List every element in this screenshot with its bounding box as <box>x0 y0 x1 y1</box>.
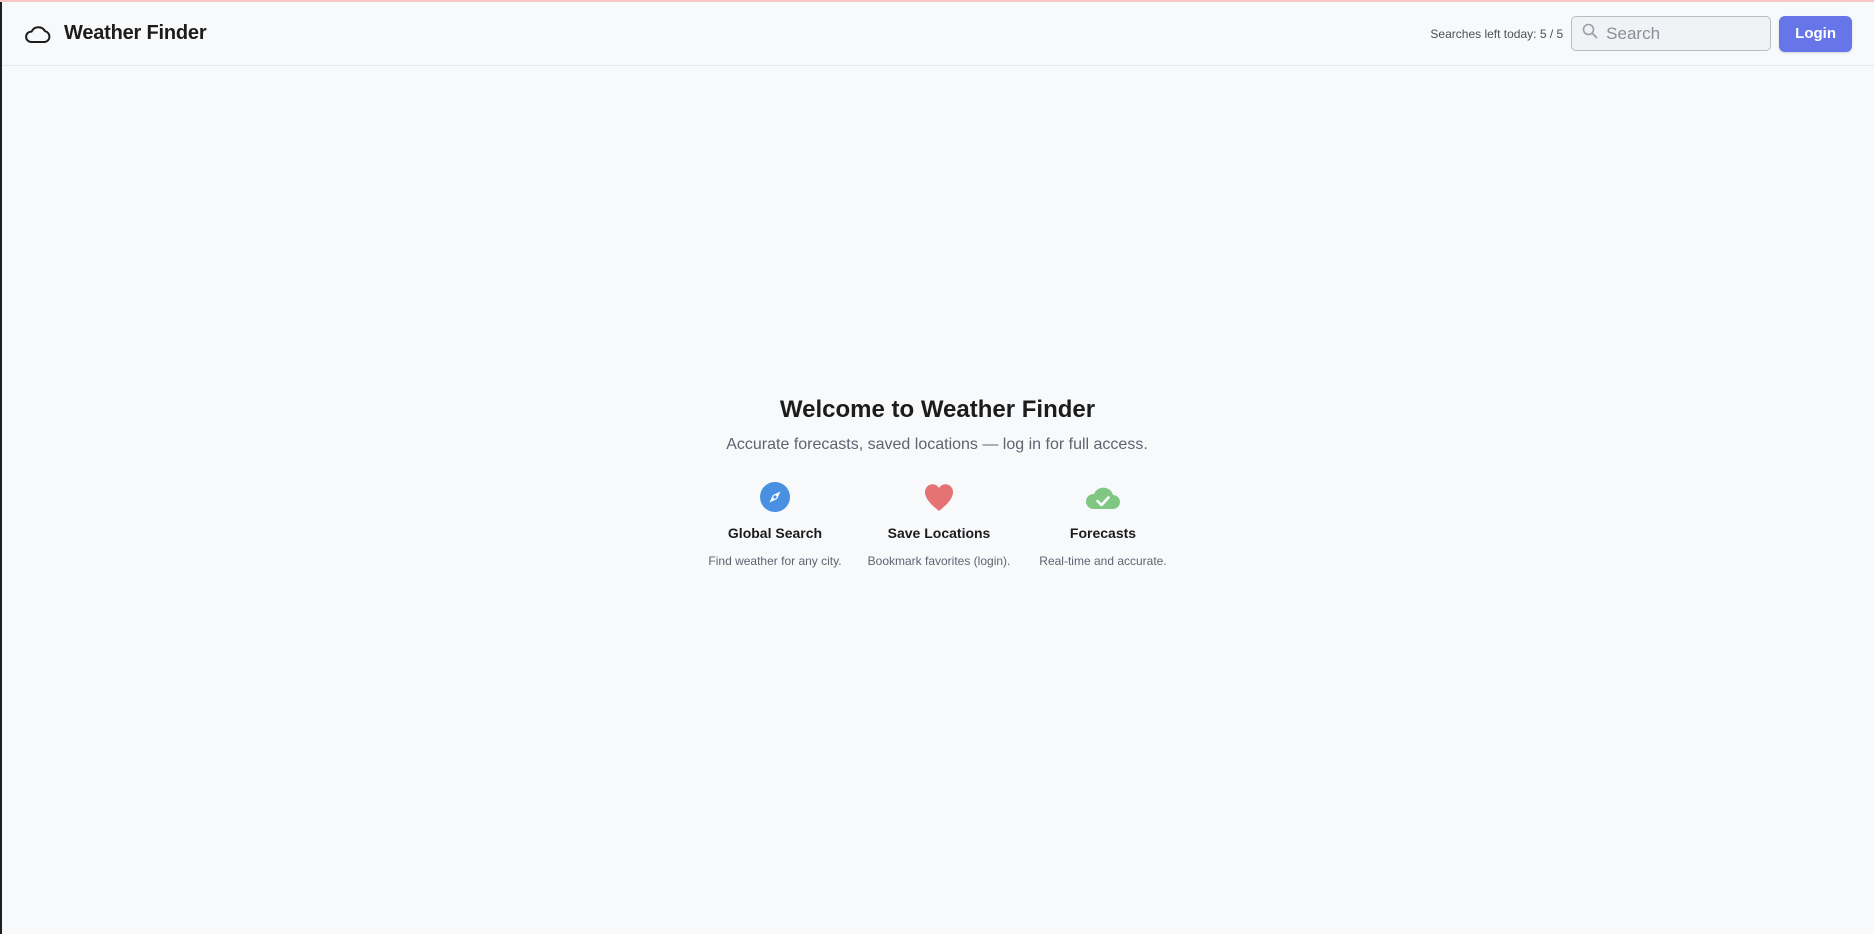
feature-global-search: Global Search Find weather for any city. <box>700 481 850 568</box>
compass-icon <box>759 481 791 513</box>
heart-icon <box>923 481 955 513</box>
search-icon <box>1582 23 1598 44</box>
navbar-actions: Searches left today: 5 / 5 Login <box>1430 15 1852 52</box>
welcome-section: Welcome to Weather Finder Accurate forec… <box>0 396 1874 568</box>
brand[interactable]: Weather Finder <box>24 22 207 45</box>
feature-list: Global Search Find weather for any city.… <box>700 481 1178 568</box>
feature-description: Bookmark favorites (login). <box>867 554 1011 568</box>
feature-title: Forecasts <box>1069 525 1137 541</box>
cloud-check-icon <box>1084 481 1122 513</box>
feature-save-locations: Save Locations Bookmark favorites (login… <box>864 481 1014 568</box>
page-title: Welcome to Weather Finder <box>779 396 1096 423</box>
feature-description: Real-time and accurate. <box>1039 554 1167 568</box>
feature-forecasts: Forecasts Real-time and accurate. <box>1028 481 1178 568</box>
feature-title: Global Search <box>727 525 823 541</box>
page-subtitle: Accurate forecasts, saved locations — lo… <box>726 436 1148 453</box>
searches-left-counter: Searches left today: 5 / 5 <box>1430 26 1564 41</box>
navbar: Weather Finder Searches left today: 5 / … <box>2 2 1874 66</box>
cloud-icon <box>24 23 54 45</box>
login-button[interactable]: Login <box>1779 15 1852 52</box>
search-input[interactable] <box>1606 23 1757 44</box>
search-box[interactable] <box>1571 16 1772 51</box>
feature-title: Save Locations <box>887 525 991 541</box>
brand-name: Weather Finder <box>64 22 207 44</box>
feature-description: Find weather for any city. <box>708 554 842 568</box>
